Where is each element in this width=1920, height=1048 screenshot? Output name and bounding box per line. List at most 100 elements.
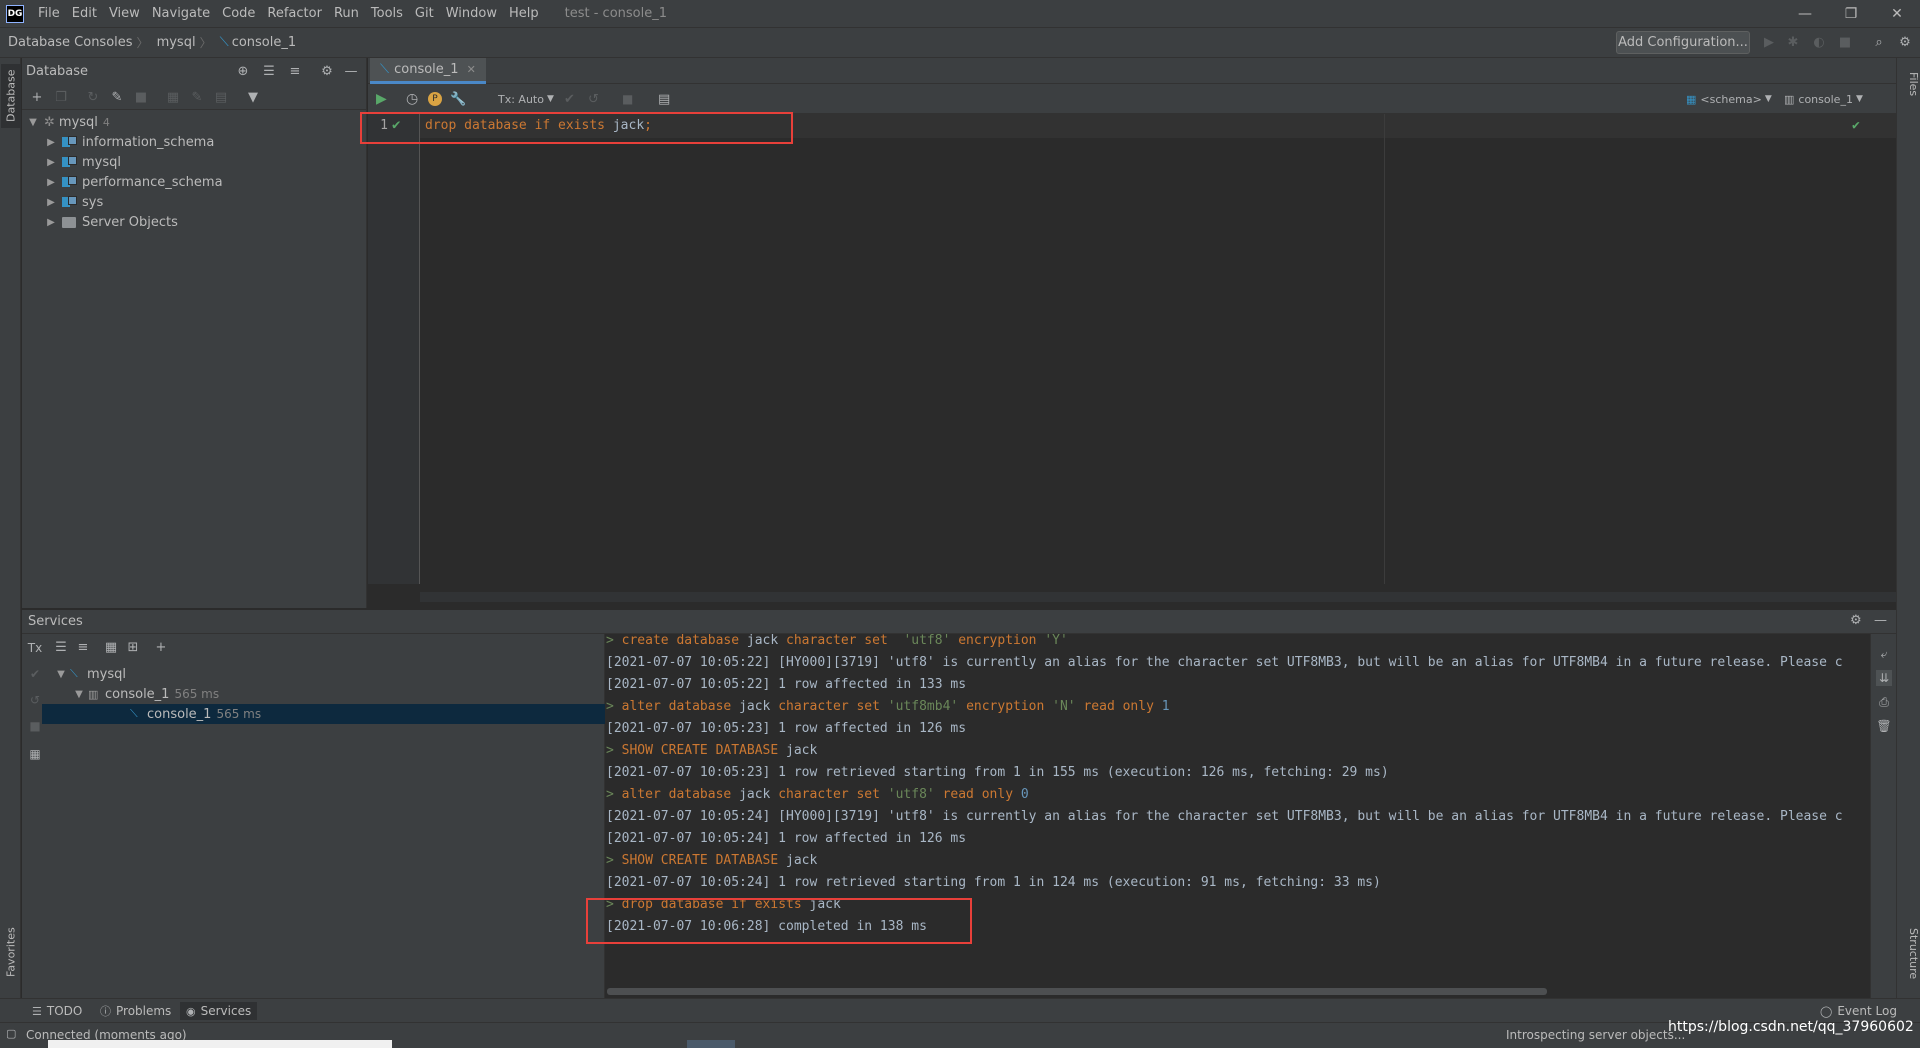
tx-mode-dropdown[interactable]: Tx: Auto ▼ <box>498 90 554 108</box>
print-icon[interactable]: ⎙ <box>1876 694 1892 710</box>
breadcrumb-console[interactable]: console_1 <box>229 35 300 50</box>
schema-selector[interactable]: ▦ <schema> ▼ <box>1686 90 1772 108</box>
layout-icon[interactable]: ▢ <box>6 1027 16 1040</box>
parameters-icon[interactable]: P <box>428 92 442 106</box>
tree-node-schema[interactable]: ▶ mysql <box>44 152 121 172</box>
collapse-all-icon[interactable]: ≡ <box>286 62 304 80</box>
add-configuration-button[interactable]: Add Configuration... <box>1616 31 1750 54</box>
run-icon[interactable]: ▶ <box>1760 33 1778 51</box>
services-icon: ◉ <box>186 1004 196 1018</box>
close-tab-icon[interactable]: ✕ <box>467 63 476 76</box>
files-tool-tab[interactable]: Files <box>1900 72 1920 96</box>
restore-button[interactable]: ❐ <box>1828 0 1874 28</box>
rollback-icon[interactable]: ↺ <box>27 692 43 708</box>
menu-view[interactable]: View <box>103 6 146 21</box>
menu-bar: DG File Edit View Navigate Code Refactor… <box>0 0 1920 28</box>
chevron-down-icon[interactable]: ▼ <box>26 117 40 128</box>
background-task-status[interactable]: Introspecting server objects... <box>1506 1028 1685 1042</box>
tree-node-schema[interactable]: ▶ performance_schema <box>44 172 222 192</box>
minimize-button[interactable]: — <box>1782 0 1828 28</box>
close-window-button[interactable]: ✕ <box>1874 0 1920 28</box>
locate-icon[interactable]: ⊕ <box>234 62 252 80</box>
breadcrumb-database-consoles[interactable]: Database Consoles <box>0 35 137 50</box>
rollback-icon[interactable]: ↺ <box>588 90 599 108</box>
service-node-session[interactable]: ▼ ▥ console_1 565 ms <box>72 684 219 704</box>
output-layout-icon[interactable]: ▤ <box>658 90 670 108</box>
menu-help[interactable]: Help <box>503 6 545 21</box>
chevron-right-icon: 〉 <box>136 36 149 50</box>
stop-icon[interactable]: ■ <box>27 718 43 734</box>
add-service-icon[interactable]: + <box>152 638 170 656</box>
menu-edit[interactable]: Edit <box>66 6 103 21</box>
tree-node-server-objects[interactable]: ▶ Server Objects <box>44 212 178 232</box>
search-icon[interactable]: ⌕ <box>1870 33 1888 51</box>
hide-panel-icon[interactable]: — <box>1874 613 1887 628</box>
console-icon[interactable]: ▤ <box>212 88 230 106</box>
trash-icon[interactable]: 🗑 <box>1876 718 1892 734</box>
favorites-tool-tab[interactable]: Favorites <box>1 918 21 986</box>
chevron-down-icon[interactable]: ▼ <box>72 689 86 700</box>
execute-icon[interactable]: ▶ <box>376 90 387 108</box>
chevron-right-icon[interactable]: ▶ <box>44 197 58 208</box>
tab-console[interactable]: ⟍ console_1 ✕ <box>370 58 486 84</box>
history-icon[interactable]: ◷ <box>406 90 418 108</box>
layout-icon[interactable]: ▦ <box>27 746 43 762</box>
table-icon[interactable]: ▦ <box>164 88 182 106</box>
menu-git[interactable]: Git <box>409 6 440 21</box>
menu-tools[interactable]: Tools <box>365 6 409 21</box>
console-selector[interactable]: ▥ console_1 ▼ <box>1784 90 1863 108</box>
chevron-right-icon[interactable]: ▶ <box>44 177 58 188</box>
commit-icon[interactable]: ✔ <box>27 666 43 682</box>
debug-icon[interactable]: ✱ <box>1784 33 1802 51</box>
menu-run[interactable]: Run <box>328 6 365 21</box>
stop-icon[interactable]: ■ <box>622 90 633 108</box>
collapse-all-icon[interactable]: ≡ <box>74 638 92 656</box>
add-icon[interactable]: + <box>28 88 46 106</box>
group-icon[interactable]: ▦ <box>102 638 120 656</box>
gear-icon[interactable]: ⚙ <box>1850 613 1862 628</box>
coverage-icon[interactable]: ◐ <box>1810 33 1828 51</box>
menu-refactor[interactable]: Refactor <box>261 6 328 21</box>
output-scrollbar[interactable] <box>607 988 1547 995</box>
soft-wrap-icon[interactable]: ⤶ <box>1876 646 1892 662</box>
tx-icon[interactable]: Tx <box>27 640 43 656</box>
menu-window[interactable]: Window <box>440 6 503 21</box>
chevron-right-icon[interactable]: ▶ <box>44 217 58 228</box>
tree-node-schema[interactable]: ▶ sys <box>44 192 103 212</box>
properties-icon[interactable]: ✎ <box>108 88 126 106</box>
commit-icon[interactable]: ✔ <box>564 90 575 108</box>
filter-icon[interactable]: ⊞ <box>124 638 142 656</box>
tab-problems[interactable]: ⓘ Problems <box>94 1002 177 1020</box>
menu-navigate[interactable]: Navigate <box>146 6 216 21</box>
hide-panel-icon[interactable]: — <box>342 62 360 80</box>
settings-icon[interactable]: ⚙ <box>1896 33 1914 51</box>
service-node-mysql[interactable]: ▼ ⟍ mysql <box>54 664 126 684</box>
scroll-to-end-icon[interactable]: ⇊ <box>1876 670 1892 686</box>
tab-todo[interactable]: ☰ TODO <box>26 1002 88 1020</box>
stop-icon[interactable]: ■ <box>132 88 150 106</box>
menu-file[interactable]: File <box>32 6 66 21</box>
editor-scrollbar[interactable] <box>420 592 1896 602</box>
tree-node-schema[interactable]: ▶ information_schema <box>44 132 214 152</box>
refresh-icon[interactable]: ↻ <box>84 88 102 106</box>
chevron-right-icon[interactable]: ▶ <box>44 157 58 168</box>
stop-icon[interactable]: ■ <box>1836 33 1854 51</box>
expand-all-icon[interactable]: ☰ <box>260 62 278 80</box>
chevron-down-icon[interactable]: ▼ <box>54 669 68 680</box>
structure-tool-tab[interactable]: Structure <box>1900 928 1920 979</box>
wrench-icon[interactable]: 🔧 <box>450 90 466 108</box>
expand-all-icon[interactable]: ☰ <box>52 638 70 656</box>
copy-icon[interactable]: ❐ <box>52 88 70 106</box>
menu-code[interactable]: Code <box>216 6 261 21</box>
breadcrumb-mysql[interactable]: mysql <box>149 35 200 50</box>
service-node-console[interactable]: ⟍ console_1 565 ms <box>42 704 605 724</box>
gear-icon[interactable]: ⚙ <box>318 62 336 80</box>
edit-icon[interactable]: ✎ <box>188 88 206 106</box>
event-log-button[interactable]: ◯ Event Log <box>1814 1002 1903 1020</box>
filter-icon[interactable]: ▼ <box>244 88 262 106</box>
tab-services[interactable]: ◉ Services <box>180 1002 258 1020</box>
sql-editor[interactable]: 1 ✔ drop database if exists jack; ✔ <box>368 114 1896 608</box>
chevron-right-icon[interactable]: ▶ <box>44 137 58 148</box>
tree-node-mysql-root[interactable]: ▼ ✲ mysql 4 <box>26 112 110 132</box>
database-tool-tab[interactable]: Database <box>1 64 21 128</box>
